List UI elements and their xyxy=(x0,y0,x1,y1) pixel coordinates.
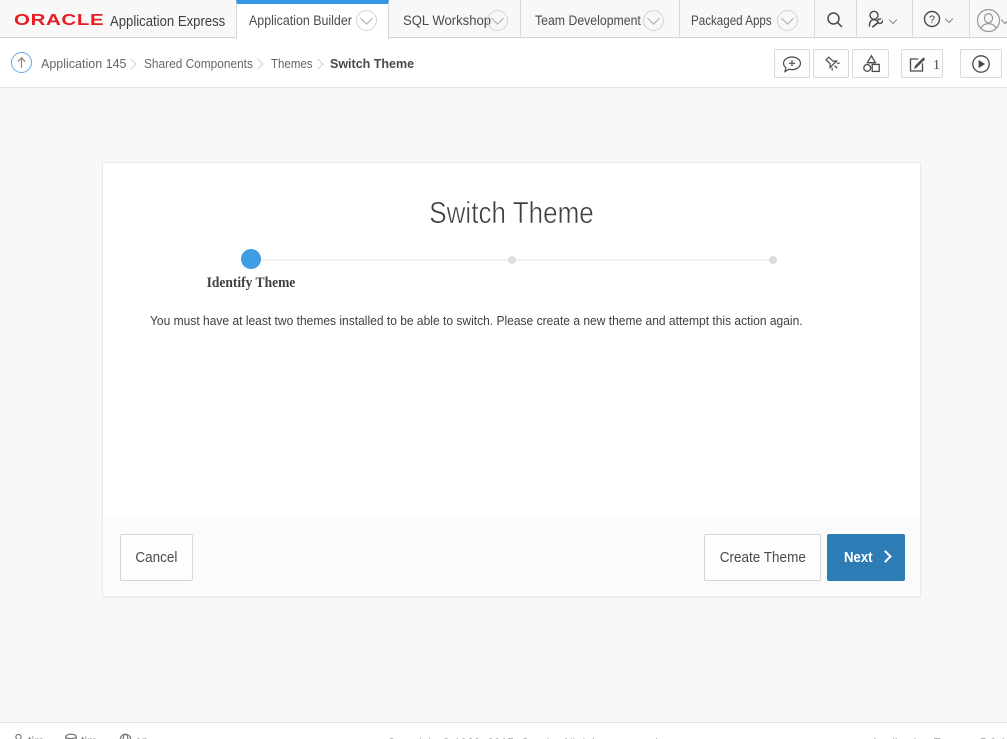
svg-text:?: ? xyxy=(929,14,935,26)
